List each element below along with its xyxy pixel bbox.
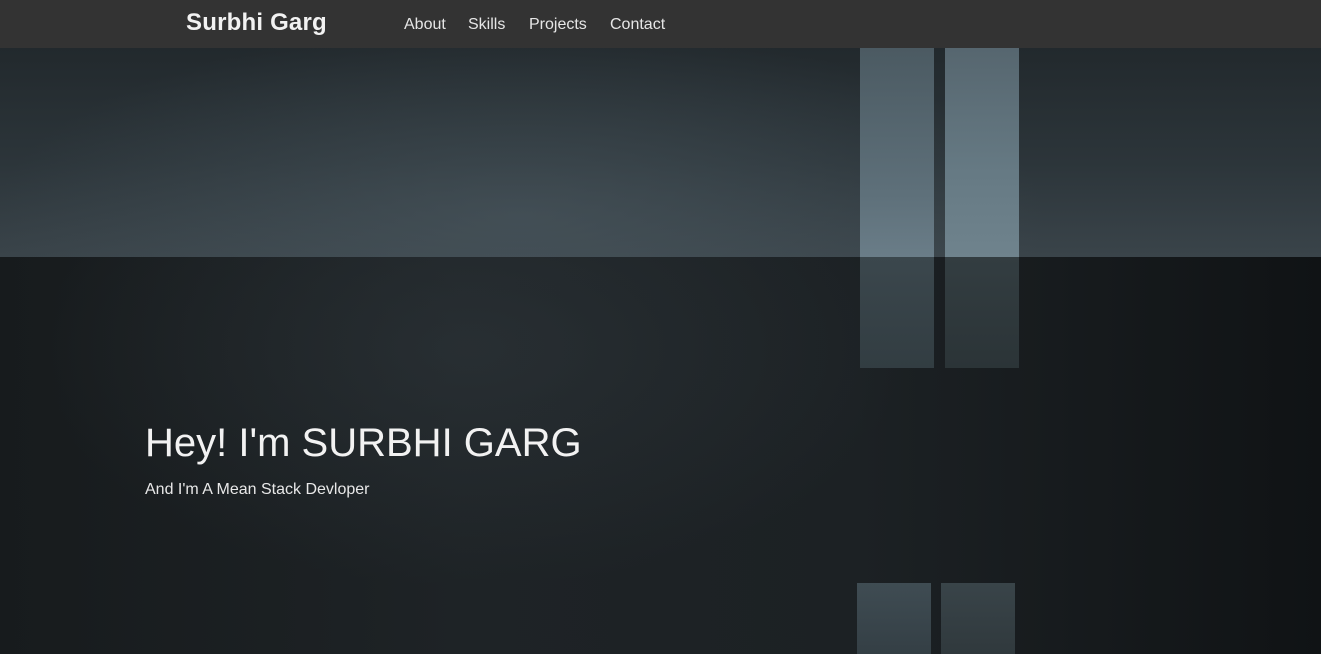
background-pillar xyxy=(860,257,934,368)
nav-link-contact[interactable]: Contact xyxy=(610,16,665,34)
navbar: Surbhi Garg About Skills Projects Contac… xyxy=(0,0,1321,48)
nav-link-projects[interactable]: Projects xyxy=(529,16,587,34)
nav-link-about[interactable]: About xyxy=(404,16,446,34)
nav-link-skills[interactable]: Skills xyxy=(468,16,505,34)
background-pillar xyxy=(860,48,934,257)
hero-title: Hey! I'm SURBHI GARG xyxy=(145,421,582,465)
background-pillar xyxy=(945,257,1019,368)
brand-link[interactable]: Surbhi Garg xyxy=(186,9,327,37)
hero-section: Hey! I'm SURBHI GARG And I'm A Mean Stac… xyxy=(0,48,1321,654)
background-pillar xyxy=(941,583,1015,654)
hero-background-upper xyxy=(0,48,1321,257)
background-pillar xyxy=(857,583,931,654)
background-pillar xyxy=(945,48,1019,257)
hero-subtitle: And I'm A Mean Stack Devloper xyxy=(145,481,370,498)
